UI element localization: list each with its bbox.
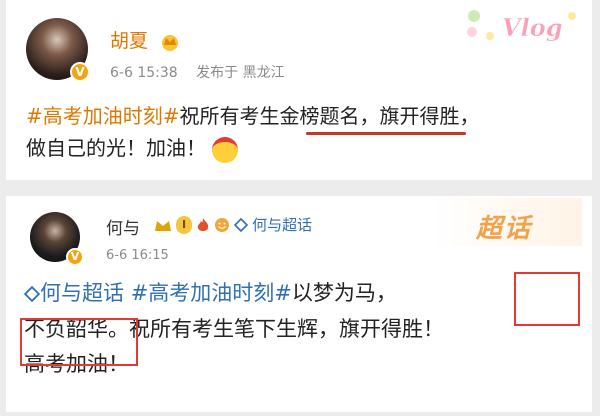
- vlog-text: Vlog: [502, 13, 563, 42]
- verified-badge-icon: V: [70, 62, 90, 82]
- red-underline-annotation: [306, 132, 466, 135]
- verified-badge-icon: V: [66, 248, 84, 266]
- crown-badge-icon: [162, 34, 179, 51]
- post-time: 6-6 16:15: [106, 248, 169, 263]
- username-text[interactable]: 胡夏: [110, 30, 148, 52]
- supertopic-banner-text: 超话: [476, 214, 533, 244]
- hashtag-link[interactable]: #高考加油时刻#: [131, 281, 292, 305]
- level-pill: I: [176, 215, 193, 234]
- cheering-face-emoji-icon: [212, 136, 238, 163]
- flame-icon: [197, 217, 209, 231]
- hashtag-link[interactable]: #高考加油时刻#: [26, 104, 180, 128]
- post-text-c: 祝所有考生笔下生辉，旗开得胜！: [129, 316, 444, 341]
- post-line-1: 何与超话 #高考加油时刻#以梦为马，: [23, 276, 576, 312]
- supertopic-link[interactable]: 何与超话: [252, 214, 312, 235]
- post-content: #高考加油时刻#祝所有考生金榜题名，旗开得胜， 做自己的光！加油！: [26, 100, 576, 164]
- post-text-1: 祝所有考生金榜题名，旗开得胜，: [179, 104, 480, 128]
- post-text-a: 以梦为马，: [291, 281, 397, 305]
- user-badges: I 何与超话: [154, 214, 312, 235]
- weibo-post-1: V 胡夏 6-6 15:38 发布于 黑龙江 Vlog #高考加油时刻#祝所有考…: [6, 0, 592, 180]
- crown-badge-icon: [155, 220, 171, 231]
- post-meta: 6-6 15:38 发布于 黑龙江: [110, 62, 299, 82]
- username[interactable]: 何与: [106, 214, 140, 239]
- post-location: 发布于 黑龙江: [196, 65, 285, 81]
- post-line-2: 做自己的光！加油！: [26, 132, 576, 164]
- weibo-post-2: 超话 V 何与 I 何与超话 6-6 16:15 何与超话 #高考加油时刻#以梦: [6, 196, 592, 412]
- supertopic-diamond-icon: [234, 217, 249, 232]
- post-text-2: 做自己的光！加油！: [26, 136, 206, 160]
- vlog-sticker-icon: Vlog: [467, 10, 576, 42]
- username[interactable]: 胡夏: [110, 26, 180, 53]
- post-time: 6-6 15:38: [110, 65, 178, 81]
- supertopic-diamond-icon: [23, 285, 41, 303]
- post-line-1: #高考加油时刻#祝所有考生金榜题名，旗开得胜，: [26, 100, 576, 132]
- smile-icon: [215, 217, 230, 232]
- supertopic-tag-link[interactable]: 何与超话: [40, 281, 124, 305]
- red-box-annotation: [20, 318, 138, 366]
- red-box-annotation: [514, 272, 580, 326]
- post-meta: 6-6 16:15: [106, 248, 183, 263]
